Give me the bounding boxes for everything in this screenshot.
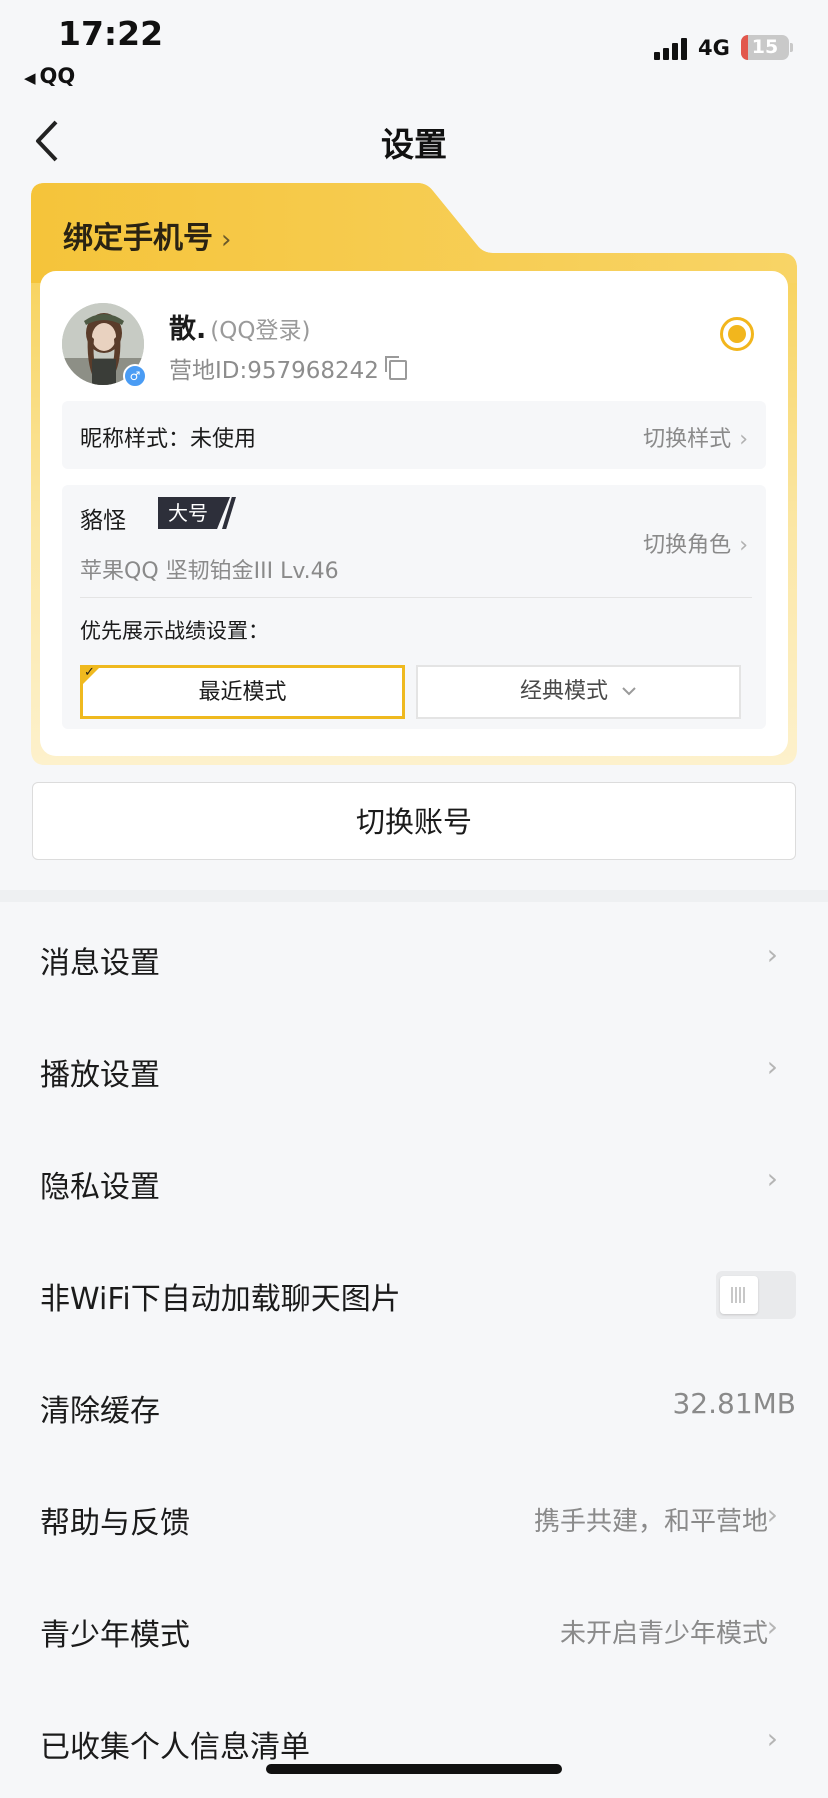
chevron-right-icon: › [766,1050,778,1083]
chevron-right-icon: › [766,1498,778,1531]
switch-account-button[interactable]: 切换账号 [32,782,796,860]
battery-icon: 15 [741,35,789,60]
setting-value: 携手共建，和平营地 [533,1507,768,1537]
settings-list: 消息设置 › 播放设置 › 隐私设置 › 非WiFi下自动加载聊天图片 清除缓存… [0,902,828,1798]
switch-role-label: 切换角色 [643,533,732,558]
nickname: 散. (QQ登录) [169,307,310,346]
setting-title: 清除缓存 [40,1394,160,1429]
setting-title: 消息设置 [40,946,160,981]
login-type: (QQ登录) [210,318,311,344]
setting-title: 已收集个人信息清单 [40,1730,310,1765]
chevron-right-icon: › [739,533,748,558]
chevron-down-icon [622,687,636,696]
setting-row-wifi-images: 非WiFi下自动加载聊天图片 [0,1238,828,1350]
cache-size: 32.81MB [672,1387,796,1420]
network-type: 4G [698,36,730,60]
nickname-style-label: 昵称样式：未使用 [80,427,257,452]
bind-phone-link[interactable]: 绑定手机号 › [63,213,231,257]
setting-row-youth-mode[interactable]: 青少年模式 未开启青少年模式 › [0,1574,828,1686]
section-divider [0,890,828,902]
chevron-right-icon: › [221,225,232,255]
check-icon: ✓ [84,665,95,680]
wifi-images-toggle[interactable] [716,1271,796,1319]
setting-row-help-feedback[interactable]: 帮助与反馈 携手共建，和平营地 › [0,1462,828,1574]
account-card-inner: ♂ 散. (QQ登录) 营地ID:957968242 昵称样式：未使用 切换样式 ›… [40,271,788,756]
setting-value: 未开启青少年模式 [559,1619,768,1649]
male-gender-icon: ♂ [123,364,147,388]
setting-row-personal-info-list[interactable]: 已收集个人信息清单 › [0,1686,828,1798]
priority-label: 优先展示战绩设置： [80,619,269,643]
chevron-right-icon: › [766,1162,778,1195]
chevron-right-icon: › [766,1722,778,1755]
chevron-right-icon: › [766,938,778,971]
camp-id-text: 营地ID:957968242 [169,358,379,384]
account-selected-radio[interactable] [720,317,754,351]
switch-style-label: 切换样式 [643,427,732,452]
mode-classic-button[interactable]: 经典模式 [416,665,741,719]
copy-icon[interactable] [384,356,407,380]
mode-classic-label: 经典模式 [519,679,608,704]
nickname-style-row[interactable]: 昵称样式：未使用 切换样式 › [62,401,766,469]
switch-style-link[interactable]: 切换样式 › [643,421,748,453]
status-time: 17:22 [58,14,164,53]
battery-level: 15 [751,36,779,58]
page-title: 设置 [381,125,447,164]
setting-row-clear-cache[interactable]: 清除缓存 32.81MB [0,1350,828,1462]
role-box: 貉怪 大号 苹果QQ 坚韧铂金III Lv.46 切换角色 › 优先展示战绩设置：… [62,485,766,729]
home-indicator [266,1764,562,1774]
mode-recent-button[interactable]: ✓ 最近模式 [80,665,405,719]
battery-tip [790,43,793,52]
signal-icon [654,38,690,60]
setting-title: 青少年模式 [40,1618,190,1653]
mode-recent-label: 最近模式 [198,680,287,705]
back-triangle-icon: ◀ [24,69,36,87]
divider [80,597,752,598]
camp-id: 营地ID:957968242 [169,351,407,385]
toggle-knob [720,1276,758,1314]
nickname-text: 散. [169,314,207,345]
chevron-right-icon: › [766,1610,778,1643]
switch-role-link[interactable]: 切换角色 › [643,527,748,559]
chevron-right-icon: › [739,427,748,452]
bind-phone-label: 绑定手机号 [63,221,213,256]
setting-title: 隐私设置 [40,1170,160,1205]
role-name: 貉怪 [80,508,126,534]
role-tag: 大号 [158,497,230,529]
back-app-label: QQ [39,64,76,88]
setting-row-privacy[interactable]: 隐私设置 › [0,1126,828,1238]
setting-title: 非WiFi下自动加载聊天图片 [40,1282,401,1317]
setting-title: 帮助与反馈 [40,1506,190,1541]
back-to-app-link[interactable]: ◀ QQ [24,64,75,88]
account-card: 绑定手机号 › ♂ 散. (QQ登录) 营地ID:957968242 昵称样式：未使… [31,183,797,765]
setting-row-playback[interactable]: 播放设置 › [0,1014,828,1126]
role-info: 苹果QQ 坚韧铂金III Lv.46 [80,559,339,584]
setting-row-message[interactable]: 消息设置 › [0,902,828,1014]
setting-title: 播放设置 [40,1058,160,1093]
